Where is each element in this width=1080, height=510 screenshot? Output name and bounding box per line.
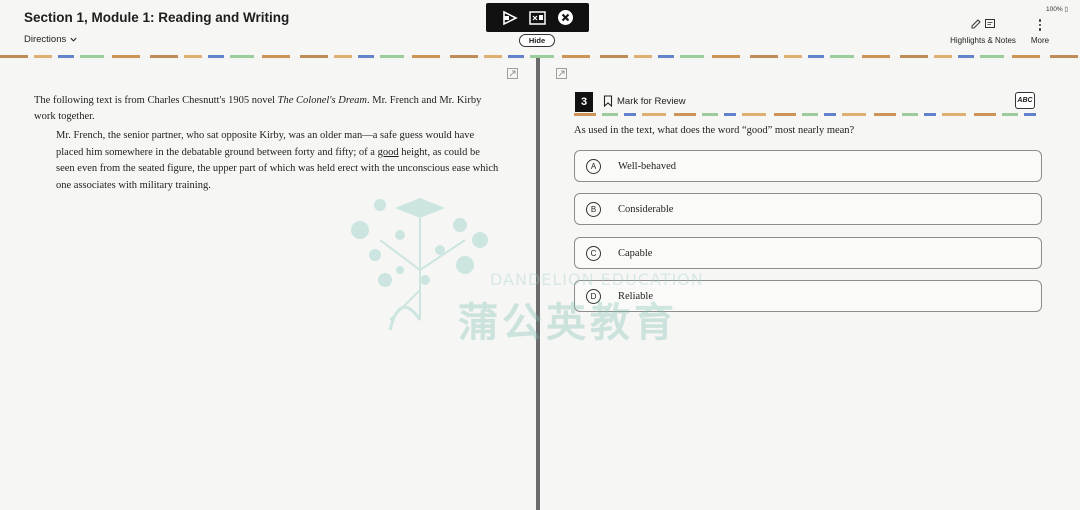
directions-toggle[interactable]: Directions xyxy=(24,34,78,45)
header-divider xyxy=(0,55,1080,58)
directions-label: Directions xyxy=(24,34,67,45)
close-icon[interactable] xyxy=(556,9,574,27)
passage-intro-text: The following text is from Charles Chesn… xyxy=(34,95,278,106)
choice-letter: D xyxy=(586,288,601,304)
choice-text: Reliable xyxy=(618,290,653,302)
passage-body[interactable]: Mr. French, the senior partner, who sat … xyxy=(56,128,501,194)
choice-c[interactable]: C Capable xyxy=(574,237,1042,269)
section-title: Section 1, Module 1: Reading and Writing xyxy=(24,10,290,25)
question-number: 3 xyxy=(575,92,593,112)
more-button[interactable]: More xyxy=(1026,18,1054,45)
expand-icon[interactable] xyxy=(556,68,567,79)
underlined-word: good xyxy=(377,146,399,158)
choice-a[interactable]: A Well-behaved xyxy=(574,150,1042,182)
chevron-down-icon xyxy=(70,37,77,42)
bookmark-icon xyxy=(603,95,613,107)
top-bar: Section 1, Module 1: Reading and Writing… xyxy=(0,0,1080,56)
choice-b[interactable]: B Considerable xyxy=(574,193,1042,225)
highlights-notes-label: Highlights & Notes xyxy=(950,36,1016,45)
expand-icon[interactable] xyxy=(507,68,518,79)
novel-title: The Colonel's Dream xyxy=(277,95,368,106)
choice-letter: A xyxy=(586,158,601,174)
highlighter-icon xyxy=(971,19,981,29)
passage-intro: The following text is from Charles Chesn… xyxy=(34,93,504,125)
mark-for-review-button[interactable]: Mark for Review xyxy=(603,95,686,107)
note-icon xyxy=(985,19,995,28)
answer-eliminator-button[interactable]: ABC xyxy=(1015,92,1035,109)
more-label: More xyxy=(1030,36,1050,45)
choice-letter: B xyxy=(586,201,601,217)
hide-button[interactable]: Hide xyxy=(519,34,555,47)
flag-arrow-icon[interactable] xyxy=(501,9,519,27)
question-pane: 3 Mark for Review ABC As used in the tex… xyxy=(540,60,1080,510)
screen-icon[interactable] xyxy=(528,9,546,27)
choice-letter: C xyxy=(586,245,601,261)
choice-text: Well-behaved xyxy=(618,160,677,172)
question-prompt: As used in the text, what does the word … xyxy=(574,125,855,136)
passage-pane: The following text is from Charles Chesn… xyxy=(0,60,536,510)
floating-toolbar xyxy=(486,3,589,32)
choice-text: Capable xyxy=(618,247,653,259)
battery-status: 100% ▯ xyxy=(1045,6,1068,13)
highlights-notes-button[interactable]: Highlights & Notes xyxy=(946,18,1020,45)
mark-review-label: Mark for Review xyxy=(617,95,686,107)
choice-d[interactable]: D Reliable xyxy=(574,280,1042,312)
more-vertical-icon xyxy=(1026,18,1054,32)
question-divider xyxy=(574,113,1042,116)
choice-text: Considerable xyxy=(618,203,674,215)
